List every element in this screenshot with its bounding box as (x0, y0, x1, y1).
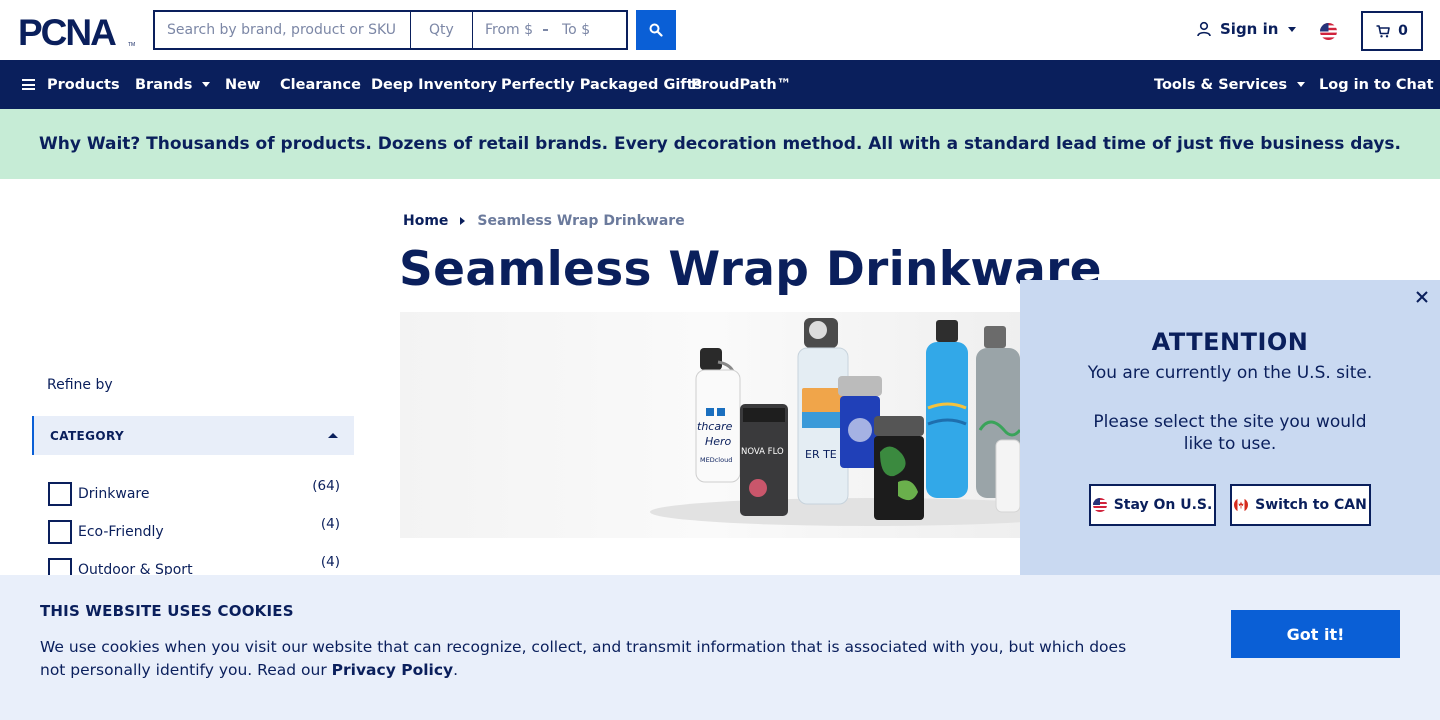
nav-tools-label: Tools & Services (1154, 76, 1288, 93)
search-bar (153, 10, 628, 50)
nav-clearance[interactable]: Clearance (280, 60, 361, 109)
svg-text:Hero: Hero (705, 435, 732, 448)
sign-in-label: Sign in (1220, 20, 1279, 38)
canada-flag-icon (1234, 498, 1249, 512)
price-range-dash (543, 29, 548, 31)
price-from-input[interactable] (485, 22, 539, 38)
nav-products[interactable]: Products (22, 60, 120, 109)
refine-by-label: Refine by (47, 377, 113, 393)
main-nav: Products Brands New Clearance Deep Inven… (0, 60, 1440, 109)
stay-on-us-label: Stay On U.S. (1113, 497, 1213, 513)
nav-deep-inventory[interactable]: Deep Inventory (371, 60, 497, 109)
filter-checkbox[interactable] (48, 482, 72, 506)
drinkware-illustration: thcare Hero MEDcloud NOVA FLO ER TE (650, 318, 1020, 526)
cart-icon (1376, 24, 1390, 37)
cookie-body: We use cookies when you visit our websit… (40, 638, 1127, 679)
cart-button[interactable]: 0 (1361, 11, 1423, 51)
site-selector-modal: ATTENTION You are currently on the U.S. … (1020, 280, 1440, 575)
us-flag-icon (1092, 498, 1107, 512)
modal-select-site-text: Please select the site you would like to… (1093, 412, 1367, 454)
filter-checkbox[interactable] (48, 520, 72, 544)
nav-brands-label: Brands (135, 76, 193, 93)
cookie-text: We use cookies when you visit our websit… (40, 636, 1140, 682)
filter-count: (64) (312, 478, 340, 494)
stay-on-us-button[interactable]: Stay On U.S. (1089, 484, 1216, 526)
breadcrumb-current: Seamless Wrap Drinkware (477, 213, 685, 229)
modal-current-site-text: You are currently on the U.S. site. (1087, 363, 1373, 383)
svg-text:NOVA FLO: NOVA FLO (741, 447, 784, 457)
price-range (473, 10, 628, 50)
search-button[interactable] (636, 10, 676, 50)
filter-count: (4) (320, 554, 340, 570)
cookie-text-end: . (453, 661, 459, 679)
nav-tools-services[interactable]: Tools & Services (1154, 60, 1306, 109)
nav-log-in-to-chat[interactable]: Log in to Chat (1319, 60, 1434, 109)
sign-in-button[interactable]: Sign in (1196, 20, 1297, 38)
close-icon[interactable] (1414, 289, 1430, 305)
filter-option[interactable]: Drinkware (64) (48, 478, 340, 506)
filter-label: Eco-Friendly (78, 524, 164, 540)
privacy-policy-link[interactable]: Privacy Policy (332, 661, 454, 679)
menu-icon (22, 79, 35, 90)
cookie-banner: THIS WEBSITE USES COOKIES We use cookies… (0, 575, 1440, 720)
svg-text:ER TE: ER TE (805, 448, 837, 461)
switch-to-can-label: Switch to CAN (1255, 497, 1367, 513)
chevron-down-icon (1297, 82, 1306, 87)
svg-text:TM: TM (128, 42, 135, 48)
nav-perfectly-packaged-gifts[interactable]: Perfectly Packaged Gifts (501, 60, 702, 109)
us-flag-icon[interactable] (1320, 23, 1337, 40)
breadcrumb-home[interactable]: Home (403, 213, 448, 229)
filter-label: Drinkware (78, 486, 150, 502)
svg-text:PCNA: PCNA (18, 14, 116, 48)
switch-to-can-button[interactable]: Switch to CAN (1230, 484, 1371, 526)
search-input[interactable] (153, 10, 411, 50)
top-header: PCNA TM Sign in (0, 0, 1440, 60)
page-title: Seamless Wrap Drinkware (399, 242, 1102, 297)
cookie-title: THIS WEBSITE USES COOKIES (40, 602, 294, 620)
modal-title: ATTENTION (1151, 328, 1309, 356)
nav-new[interactable]: New (225, 60, 260, 109)
user-icon (1197, 21, 1211, 37)
nav-proudpath[interactable]: ProudPath™ (691, 60, 791, 109)
chevron-up-icon (328, 433, 338, 438)
chevron-right-icon (460, 217, 466, 225)
nav-brands[interactable]: Brands (135, 60, 211, 109)
promo-banner: Why Wait? Thousands of products. Dozens … (0, 109, 1440, 179)
promo-text: Why Wait? Thousands of products. Dozens … (38, 134, 1402, 154)
hero-image: thcare Hero MEDcloud NOVA FLO ER TE (400, 312, 1020, 538)
category-label: CATEGORY (50, 428, 125, 443)
breadcrumb: Home Seamless Wrap Drinkware (403, 213, 685, 229)
nav-products-label: Products (47, 76, 120, 93)
category-filter-header[interactable]: CATEGORY (32, 416, 354, 455)
filter-option[interactable]: Eco-Friendly (4) (48, 516, 340, 544)
qty-input[interactable] (411, 10, 473, 50)
svg-text:MEDcloud: MEDcloud (700, 456, 732, 464)
pcna-logo[interactable]: PCNA TM (18, 14, 136, 48)
cart-count: 0 (1398, 23, 1408, 39)
chevron-down-icon (202, 82, 211, 87)
filter-count: (4) (320, 516, 340, 532)
search-icon (649, 23, 663, 37)
svg-text:thcare: thcare (697, 420, 733, 433)
accept-cookies-button[interactable]: Got it! (1231, 610, 1400, 658)
chevron-down-icon (1288, 26, 1297, 32)
price-to-input[interactable] (562, 22, 616, 38)
